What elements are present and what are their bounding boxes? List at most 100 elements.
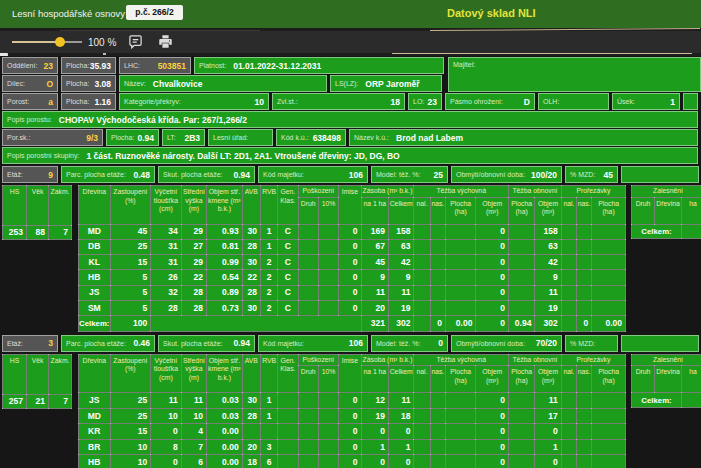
cell (508, 224, 534, 239)
cell: 0 (476, 285, 509, 300)
field-dilec: Dílec:O (2, 75, 58, 92)
cell (260, 424, 277, 439)
cell (577, 424, 592, 439)
cell: C (278, 255, 298, 270)
cell: 6 (260, 455, 277, 468)
field-empty (683, 93, 698, 110)
cell (445, 255, 475, 270)
cell: 0 (339, 285, 361, 300)
cell: 0 (361, 424, 388, 439)
field-obmyti1: Obmýtí/obnovní doba:100/20 (451, 166, 562, 183)
plot-number-badge[interactable]: p.č. 266/2 (126, 5, 183, 20)
cell (430, 439, 445, 454)
cell (242, 424, 260, 439)
cell: 20 (242, 439, 260, 454)
field-porost: Porost:a (2, 93, 58, 110)
cell: 10 (181, 408, 206, 423)
cell: 0.00 (207, 455, 243, 468)
field-popis-skupiny: Popis porostní skupiny:1 část. Ruznověké… (2, 147, 698, 164)
cell: 2 (260, 270, 277, 285)
cell (561, 255, 576, 270)
cell: 11 (535, 285, 561, 300)
cell: 5 (110, 270, 151, 285)
cell (430, 224, 445, 239)
cell (445, 285, 475, 300)
zoom-slider-knob[interactable] (55, 37, 65, 47)
cell (430, 301, 445, 316)
cell (318, 239, 338, 254)
field-oddeleni: Oddělení:23 (2, 57, 58, 74)
cell (445, 393, 475, 408)
cell: 0.54 (207, 270, 243, 285)
cell: 0.89 (207, 285, 243, 300)
field-plocha-dilec: Plocha:3.08 (61, 75, 116, 92)
cell: KL (79, 255, 111, 270)
cell: 45 (110, 224, 151, 239)
cell (318, 408, 338, 423)
field-model1: Model: těž. %:25 (371, 166, 448, 183)
sum-cell: 0 (577, 316, 592, 331)
field-popis-porostu: Popis porostu:CHOPAV Východočeská křída.… (2, 111, 698, 128)
sum-cell: 0.00 (445, 316, 475, 331)
cell: C (278, 224, 298, 239)
cell: 6 (181, 455, 206, 468)
cell (298, 224, 318, 239)
cell: 0 (339, 393, 361, 408)
cell: 28 (242, 239, 260, 254)
cell (561, 408, 576, 423)
cell (508, 455, 534, 468)
cell (445, 224, 475, 239)
cell (592, 270, 626, 285)
cell: 0 (476, 455, 509, 468)
cell: 1 (260, 393, 277, 408)
cell (430, 455, 445, 468)
cell (298, 439, 318, 454)
cell: 19 (535, 301, 561, 316)
cell: 27 (181, 239, 206, 254)
cell (414, 285, 430, 300)
row-etaz-1: Etáž:9 Parc. plocha etáže:0.48 Skut. plo… (2, 166, 701, 183)
cell: 25 (110, 239, 151, 254)
cell (414, 393, 430, 408)
cell: 29 (181, 255, 206, 270)
cell (577, 393, 592, 408)
print-icon[interactable] (158, 34, 173, 49)
cell: 15 (110, 255, 151, 270)
cell: 42 (535, 255, 561, 270)
cell (430, 424, 445, 439)
field-mzd2: % MZD: (565, 335, 618, 352)
cell: 7 (181, 439, 206, 454)
cell (592, 239, 626, 254)
cell (561, 301, 576, 316)
cell: 0 (476, 408, 509, 423)
cell: 28 (242, 285, 260, 300)
field-kod-ku: Kód k.ú.:638498 (276, 129, 346, 146)
cell: DB (79, 239, 111, 254)
cell: 9 (389, 270, 414, 285)
cell: 9 (361, 270, 388, 285)
field-model2: Model: těž. %:0 (371, 335, 448, 352)
cell: 30 (242, 224, 260, 239)
cell: 1 (361, 439, 388, 454)
sum-cell: Celkem: (79, 316, 111, 331)
cell (592, 224, 626, 239)
field-olh: OLH: (538, 93, 609, 110)
cell: 0 (476, 301, 509, 316)
cell: 31 (151, 255, 181, 270)
cell: 0.73 (207, 301, 243, 316)
field-kod-majetku1: Kód majetku:106 (258, 166, 368, 183)
cell: 28 (181, 285, 206, 300)
cell: 67 (361, 239, 388, 254)
cell: SM (79, 301, 111, 316)
cell: C (278, 301, 298, 316)
field-lesni-urad: Lesní úřad: (208, 129, 273, 146)
cell (508, 408, 534, 423)
notes-icon[interactable] (128, 34, 143, 49)
cell (318, 455, 338, 468)
cell (430, 255, 445, 270)
cell: 10 (110, 439, 151, 454)
cell (430, 270, 445, 285)
cell: 0.81 (207, 239, 243, 254)
cell: 0 (339, 255, 361, 270)
sum-cell: 0 (430, 316, 445, 331)
